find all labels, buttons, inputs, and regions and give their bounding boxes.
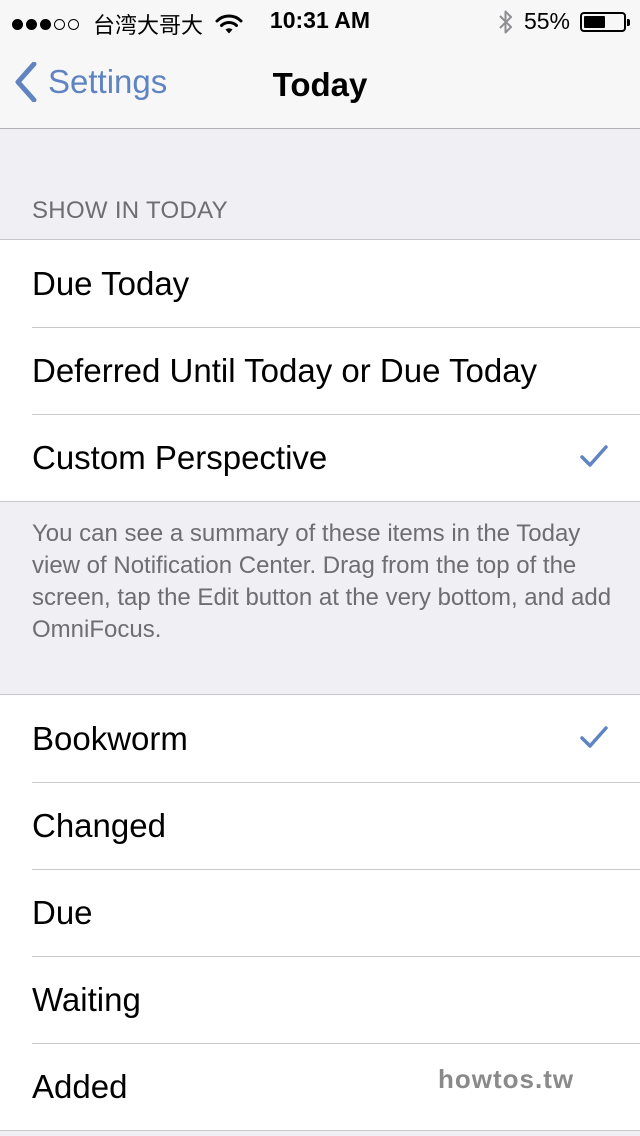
status-right: 55% <box>498 8 630 35</box>
perspective-label: Due <box>32 893 93 931</box>
battery-percent: 55% <box>523 8 570 34</box>
perspective-changed[interactable]: Changed <box>0 782 640 869</box>
navigation-bar: Settings Today <box>0 40 640 129</box>
signal-dot-5 <box>68 18 79 30</box>
option-label: Due Today <box>32 264 190 302</box>
chevron-left-icon <box>15 62 37 102</box>
section-footer-note: You can see a summary of these items in … <box>32 520 612 643</box>
wifi-icon <box>215 14 243 34</box>
perspective-due[interactable]: Due <box>0 869 640 956</box>
status-left: 台湾大哥大 <box>12 8 243 40</box>
battery-icon <box>580 11 630 32</box>
checkmark-icon <box>580 445 608 467</box>
perspective-waiting[interactable]: Waiting <box>0 956 640 1043</box>
option-deferred-until-today[interactable]: Deferred Until Today or Due Today <box>0 327 640 414</box>
back-button[interactable]: Settings <box>14 62 167 102</box>
signal-dot-2 <box>26 18 37 30</box>
show-in-today-group: Due Today Deferred Until Today or Due To… <box>0 239 640 502</box>
option-due-today[interactable]: Due Today <box>0 240 640 327</box>
signal-dot-3 <box>40 18 51 30</box>
option-label: Deferred Until Today or Due Today <box>32 351 538 389</box>
signal-strength-icon <box>12 18 79 30</box>
perspective-label: Added <box>32 1067 128 1105</box>
option-custom-perspective[interactable]: Custom Perspective <box>0 414 640 501</box>
perspective-label: Changed <box>32 806 166 844</box>
section-header-show-in-today: SHOW IN TODAY <box>32 197 228 224</box>
carrier-name: 台湾大哥大 <box>93 14 204 39</box>
signal-dot-1 <box>12 18 23 30</box>
perspective-label: Bookworm <box>32 719 188 757</box>
option-label: Custom Perspective <box>32 438 328 476</box>
signal-dot-4 <box>54 18 65 30</box>
page-title: Today <box>272 66 368 103</box>
watermark: howtos.tw <box>438 1064 575 1094</box>
status-bar: 台湾大哥大 10:31 AM 55% <box>0 0 640 40</box>
status-time: 10:31 AM <box>269 7 371 33</box>
battery-fill <box>584 15 605 28</box>
back-button-label: Settings <box>48 63 168 100</box>
perspective-bookworm[interactable]: Bookworm <box>0 695 640 782</box>
checkmark-icon <box>580 726 608 748</box>
perspective-label: Waiting <box>32 980 141 1018</box>
bluetooth-icon <box>499 10 512 33</box>
